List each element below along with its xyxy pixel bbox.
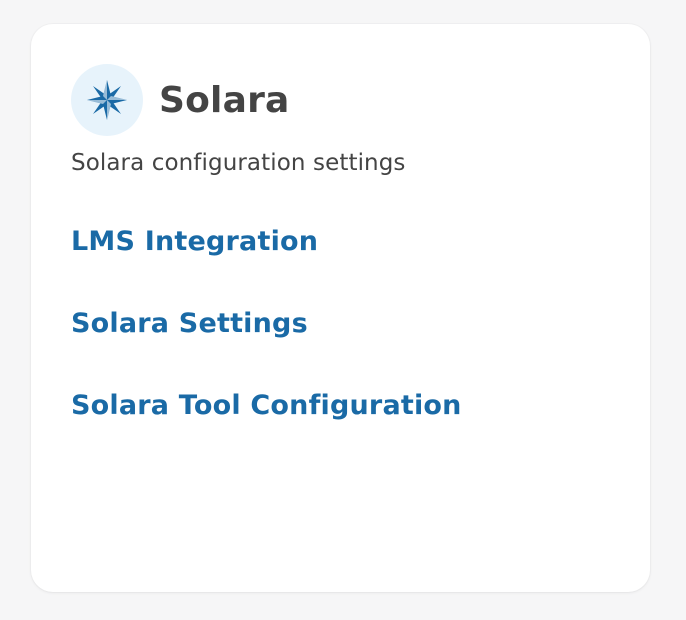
card-title: Solara	[159, 79, 290, 121]
lms-integration-link[interactable]: LMS Integration	[71, 222, 462, 304]
solara-tool-configuration-link[interactable]: Solara Tool Configuration	[71, 386, 462, 468]
card-subtitle: Solara configuration settings	[71, 150, 406, 176]
card-header: Solara	[71, 64, 290, 136]
settings-links: LMS Integration Solara Settings Solara T…	[71, 222, 462, 468]
solara-settings-link[interactable]: Solara Settings	[71, 304, 462, 386]
compass-star-icon	[71, 64, 143, 136]
settings-card: Solara Solara configuration settings LMS…	[31, 24, 650, 592]
